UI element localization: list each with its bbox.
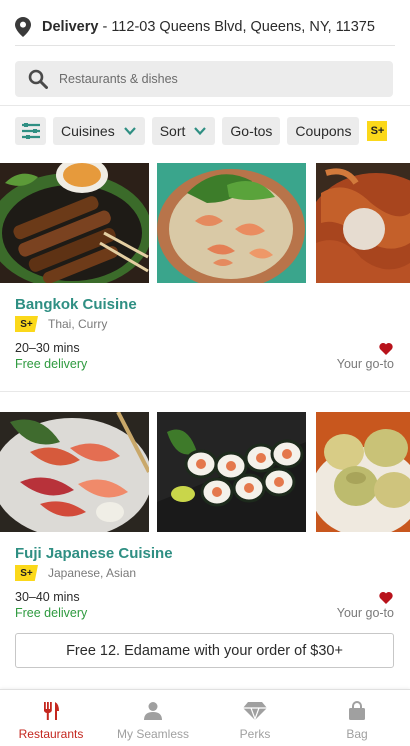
- tab-bag[interactable]: Bag: [306, 690, 408, 746]
- gotos-filter-label: Go-tos: [230, 123, 273, 139]
- filter-bar: Cuisines Sort Go-tos Coupons S+: [0, 106, 410, 156]
- gem-icon: [243, 702, 267, 721]
- sort-filter[interactable]: Sort: [151, 117, 216, 145]
- plus-badge: S+: [15, 316, 38, 332]
- tab-my-seamless-label: My Seamless: [116, 727, 190, 741]
- restaurant-card[interactable]: Bangkok Cuisine S+ Thai, Curry 20–30 min…: [0, 163, 410, 391]
- bag-icon: [349, 701, 365, 720]
- dish-photo: [157, 163, 306, 283]
- heart-icon[interactable]: [379, 591, 393, 604]
- tab-restaurants[interactable]: Restaurants: [0, 690, 102, 746]
- tab-my-seamless[interactable]: My Seamless: [102, 690, 204, 746]
- tab-perks[interactable]: Perks: [204, 690, 306, 746]
- coupons-filter-label: Coupons: [295, 123, 352, 139]
- fork-knife-icon: [44, 702, 59, 720]
- restaurant-name[interactable]: Bangkok Cuisine: [15, 296, 137, 313]
- cuisines-filter-label: Cuisines: [61, 123, 115, 139]
- dish-photo: [316, 412, 410, 532]
- restaurant-cuisines: Japanese, Asian: [48, 566, 137, 580]
- search-input[interactable]: Restaurants & dishes: [15, 61, 393, 97]
- dish-photo: [0, 163, 149, 283]
- header: Delivery - 112-03 Queens Blvd, Queens, N…: [0, 0, 410, 106]
- person-icon: [144, 702, 162, 720]
- delivery-mode-label: Delivery: [42, 18, 99, 35]
- dish-photo: [157, 412, 306, 532]
- chevron-down-icon: [123, 127, 136, 136]
- heart-icon[interactable]: [379, 342, 393, 355]
- cuisines-filter[interactable]: Cuisines: [53, 117, 145, 145]
- sliders-icon: [21, 123, 40, 139]
- search-placeholder: Restaurants & dishes: [59, 72, 178, 86]
- goto-label: Your go-to: [336, 357, 394, 371]
- tab-perks-label: Perks: [239, 727, 271, 741]
- delivery-time: 30–40 mins: [15, 590, 80, 604]
- restaurant-name[interactable]: Fuji Japanese Cuisine: [15, 545, 173, 562]
- address-text: - 112-03 Queens Blvd, Queens, NY, 11375: [98, 18, 375, 35]
- coupons-filter[interactable]: Coupons: [287, 117, 360, 145]
- goto-label: Your go-to: [336, 606, 394, 620]
- restaurant-photo-strip: [0, 412, 410, 532]
- tab-restaurants-label: Restaurants: [18, 727, 84, 741]
- delivery-address: Delivery - 112-03 Queens Blvd, Queens, N…: [42, 19, 375, 35]
- sort-filter-label: Sort: [159, 123, 186, 139]
- dish-photo: [0, 412, 149, 532]
- plus-filter[interactable]: S+: [367, 121, 388, 141]
- plus-badge: S+: [15, 565, 38, 581]
- restaurant-cuisines: Thai, Curry: [48, 317, 108, 331]
- restaurant-photo-strip: [0, 163, 410, 283]
- chevron-down-icon: [194, 127, 207, 136]
- delivery-fee: Free delivery: [15, 606, 88, 620]
- filter-settings-button[interactable]: [15, 117, 46, 145]
- delivery-address-selector[interactable]: Delivery - 112-03 Queens Blvd, Queens, N…: [15, 8, 395, 46]
- delivery-time: 20–30 mins: [15, 341, 80, 355]
- search-icon: [28, 69, 48, 89]
- promo-offer-button[interactable]: Free 12. Edamame with your order of $30+: [15, 633, 394, 668]
- tab-bag-label: Bag: [346, 727, 368, 741]
- bottom-tab-bar: Restaurants My Seamless Perks Bag: [0, 689, 410, 746]
- divider: [0, 391, 410, 392]
- gotos-filter[interactable]: Go-tos: [222, 117, 281, 145]
- dish-photo: [316, 163, 410, 283]
- delivery-fee: Free delivery: [15, 357, 88, 371]
- location-pin-icon: [15, 16, 31, 37]
